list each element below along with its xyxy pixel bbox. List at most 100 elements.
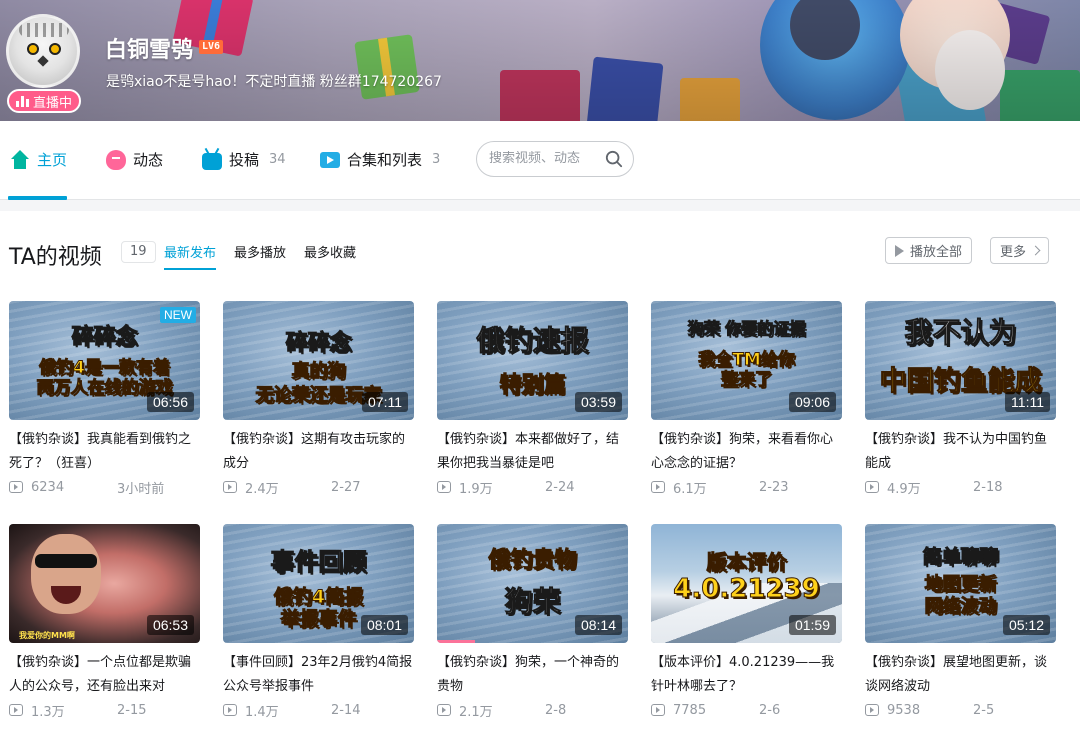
avatar[interactable] (6, 14, 80, 88)
live-bars-icon (15, 95, 29, 107)
video-card[interactable]: 俄钓速报 特别篇 03:59 【俄钓杂谈】本来都做好了，结果你把我当暴徒是吧 1… (437, 301, 628, 498)
nav-dynamic[interactable]: 动态 (106, 149, 163, 170)
thumb-text: 我不认为 (904, 316, 1017, 350)
video-card[interactable]: 版本评价 4.0.21239 01:59 【版本评价】4.0.21239——我针… (651, 524, 842, 721)
thumb-text: 整来了 (721, 370, 773, 391)
video-card[interactable]: 狗荣 你要的证据 我全TM给你 整来了 09:06 【俄钓杂谈】狗荣，来看看你心… (651, 301, 842, 498)
video-card[interactable]: 我不认为 中国钓鱼能成 11:11 【俄钓杂谈】我不认为中国钓鱼能成 4.9万 … (865, 301, 1056, 498)
thumb-text: 碎碎念 (71, 325, 138, 351)
video-thumbnail[interactable]: 事件回顾 俄钓4简报 举报事件 08:01 (223, 524, 414, 643)
publish-date: 2-15 (117, 702, 147, 718)
publish-date: 2-8 (545, 702, 567, 718)
video-card[interactable]: 俄钓贵物 狗荣 08:14 【俄钓杂谈】狗荣，一个神奇的贵物 2.1万 2-8 (437, 524, 628, 721)
video-title[interactable]: 【俄钓杂谈】展望地图更新，谈谈网络波动 (865, 651, 1056, 699)
play-count-icon (865, 704, 879, 716)
nav-label: 主页 (37, 151, 68, 169)
video-meta: 1.3万 2-15 (9, 699, 200, 721)
nav-label: 投稿 (229, 151, 260, 169)
video-title[interactable]: 【俄钓杂谈】本来都做好了，结果你把我当暴徒是吧 (437, 428, 628, 476)
video-title[interactable]: 【俄钓杂谈】这期有攻击玩家的成分 (223, 428, 414, 476)
video-card[interactable]: 简单聊聊 地图更新 网络波动 05:12 【俄钓杂谈】展望地图更新，谈谈网络波动… (865, 524, 1056, 721)
video-card[interactable]: 事件回顾 俄钓4简报 举报事件 08:01 【事件回顾】23年2月俄钓4简报公众… (223, 524, 414, 721)
video-thumbnail[interactable]: 碎碎念 俄钓4是一款有着 两万人在线的游戏 NEW 06:56 (9, 301, 200, 420)
nav-collections[interactable]: 合集和列表 3 (320, 149, 440, 170)
thumb-text: 简单聊聊 (922, 546, 999, 569)
tv-icon (202, 153, 222, 170)
play-count-icon (223, 704, 237, 716)
play-all-label: 播放全部 (910, 245, 963, 260)
video-duration: 09:06 (788, 392, 836, 412)
video-thumbnail[interactable]: 简单聊聊 地图更新 网络波动 05:12 (865, 524, 1056, 643)
play-count-icon (437, 481, 451, 493)
home-icon (10, 149, 30, 170)
thumb-text: 俄钓速报 (476, 324, 589, 358)
live-badge[interactable]: 直播中 (7, 89, 81, 113)
play-count-icon (651, 481, 665, 493)
tab-most-favorited[interactable]: 最多收藏 (304, 242, 356, 270)
play-all-button[interactable]: 播放全部 (885, 237, 973, 264)
search-icon[interactable] (605, 150, 623, 168)
publish-date: 2-27 (331, 479, 361, 495)
video-meta: 2.1万 2-8 (437, 699, 628, 721)
video-meta: 2.4万 2-27 (223, 476, 414, 498)
video-duration: 03:59 (574, 392, 622, 412)
view-count: 1.3万 (31, 704, 65, 720)
view-count: 6.1万 (673, 481, 707, 497)
video-thumbnail[interactable]: 碎碎念 真的狗 无论荣还是玩家 07:11 (223, 301, 414, 420)
nav-uploads[interactable]: 投稿 34 (202, 149, 286, 170)
video-meta: 9538 2-5 (865, 699, 1056, 721)
videos-panel: TA的视频 19 最新发布 最多播放 最多收藏 播放全部 更多 碎碎念 俄钓4是… (0, 211, 1080, 742)
video-title[interactable]: 【俄钓杂谈】狗荣，一个神奇的贵物 (437, 651, 628, 699)
view-count: 4.9万 (887, 481, 921, 497)
nav-home[interactable]: 主页 (10, 149, 67, 170)
tab-latest[interactable]: 最新发布 (164, 242, 217, 270)
video-title[interactable]: 【俄钓杂谈】一个点位都是欺骗人的公众号，还有脸出来对 (9, 651, 200, 699)
more-label: 更多 (1000, 245, 1027, 260)
video-title[interactable]: 【俄钓杂谈】狗荣，来看看你心心念念的证据？ (651, 428, 842, 476)
video-thumbnail[interactable]: 版本评价 4.0.21239 01:59 (651, 524, 842, 643)
view-count: 9538 (887, 702, 921, 718)
video-thumbnail[interactable]: 俄钓速报 特别篇 03:59 (437, 301, 628, 420)
chevron-right-icon (1030, 245, 1041, 256)
video-meta: 1.9万 2-24 (437, 476, 628, 498)
thumb-text: 版本评价 (706, 550, 787, 575)
video-duration: 07:11 (362, 392, 408, 412)
search-input[interactable] (489, 151, 599, 166)
video-duration: 06:53 (146, 615, 194, 635)
more-button[interactable]: 更多 (990, 237, 1050, 264)
nav-label: 动态 (133, 151, 164, 169)
video-thumbnail[interactable]: 我不认为 中国钓鱼能成 11:11 (865, 301, 1056, 420)
publish-date: 3小时前 (117, 481, 165, 497)
video-thumbnail[interactable]: 狗荣 你要的证据 我全TM给你 整来了 09:06 (651, 301, 842, 420)
play-count-icon (651, 704, 665, 716)
thumb-text: 碎碎念 (285, 331, 352, 357)
video-meta: 7785 2-6 (651, 699, 842, 721)
tab-most-played[interactable]: 最多播放 (234, 242, 286, 270)
video-title[interactable]: 【俄钓杂谈】我真能看到俄钓之死了？（狂喜） (9, 428, 200, 476)
video-title[interactable]: 【版本评价】4.0.21239——我针叶林哪去了？ (651, 651, 842, 699)
thumb-text: 真的狗 (291, 361, 346, 383)
video-title[interactable]: 【事件回顾】23年2月俄钓4简报公众号举报事件 (223, 651, 414, 699)
video-duration: 01:59 (788, 615, 836, 635)
dynamic-icon (106, 149, 126, 170)
view-count: 2.4万 (245, 481, 279, 497)
video-card[interactable]: 我爱你的MM啊 06:53 【俄钓杂谈】一个点位都是欺骗人的公众号，还有脸出来对… (9, 524, 200, 721)
thumb-text: 狗荣 (504, 585, 561, 619)
video-duration: 05:12 (1002, 615, 1050, 635)
video-title[interactable]: 【俄钓杂谈】我不认为中国钓鱼能成 (865, 428, 1056, 476)
level-badge: LV6 (199, 40, 224, 54)
video-thumbnail[interactable]: 我爱你的MM啊 06:53 (9, 524, 200, 643)
live-label: 直播中 (32, 95, 72, 111)
nav-active-underline (8, 196, 67, 200)
publish-date: 2-23 (759, 479, 789, 495)
publish-date: 2-5 (973, 702, 995, 718)
video-card[interactable]: 碎碎念 俄钓4是一款有着 两万人在线的游戏 NEW 06:56 【俄钓杂谈】我真… (9, 301, 200, 498)
video-thumbnail[interactable]: 俄钓贵物 狗荣 08:14 (437, 524, 628, 643)
video-meta: 4.9万 2-18 (865, 476, 1056, 498)
video-card[interactable]: 碎碎念 真的狗 无论荣还是玩家 07:11 【俄钓杂谈】这期有攻击玩家的成分 2… (223, 301, 414, 498)
thumb-caption: 我爱你的MM啊 (19, 631, 75, 640)
new-badge: NEW (160, 307, 196, 323)
thumb-text: 狗荣 你要的证据 (687, 319, 806, 339)
search-box[interactable] (476, 141, 634, 177)
thumb-text: 俄钓贵物 (488, 548, 577, 574)
